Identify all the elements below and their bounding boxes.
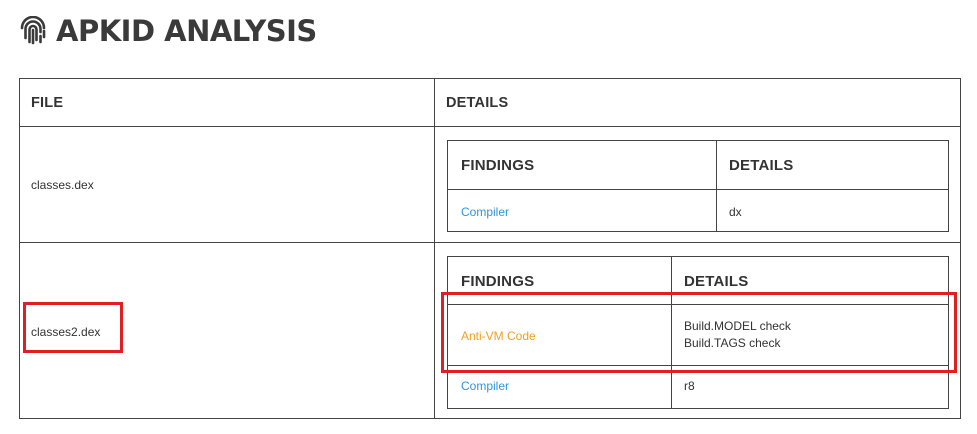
fingerprint-icon [20, 16, 46, 45]
findings-table-classes-dex: FINDINGS DETAILS Compiler dx [447, 140, 949, 232]
column-divider [434, 79, 435, 418]
page-heading: APKID ANALYSIS [18, 14, 317, 48]
inner-header-details: DETAILS [684, 273, 749, 290]
inner-header-findings: FINDINGS [461, 157, 535, 174]
inner-header-findings: FINDINGS [461, 273, 535, 290]
finding-detail: r8 [684, 379, 695, 393]
column-header-details: DETAILS [446, 95, 509, 111]
highlight-box-file [23, 302, 123, 353]
finding-detail: dx [729, 205, 742, 219]
page-title: APKID ANALYSIS [56, 14, 317, 48]
row-divider [20, 242, 960, 243]
inner-row-divider [448, 189, 948, 190]
row-divider [20, 126, 960, 127]
column-header-file: FILE [31, 95, 64, 111]
finding-compiler-link[interactable]: Compiler [461, 378, 509, 395]
file-name-classes-dex: classes.dex [31, 178, 94, 192]
highlight-box-anti-vm-row [441, 292, 957, 373]
inner-column-divider [716, 141, 717, 231]
inner-header-details: DETAILS [729, 157, 794, 174]
finding-compiler-link[interactable]: Compiler [461, 204, 509, 221]
